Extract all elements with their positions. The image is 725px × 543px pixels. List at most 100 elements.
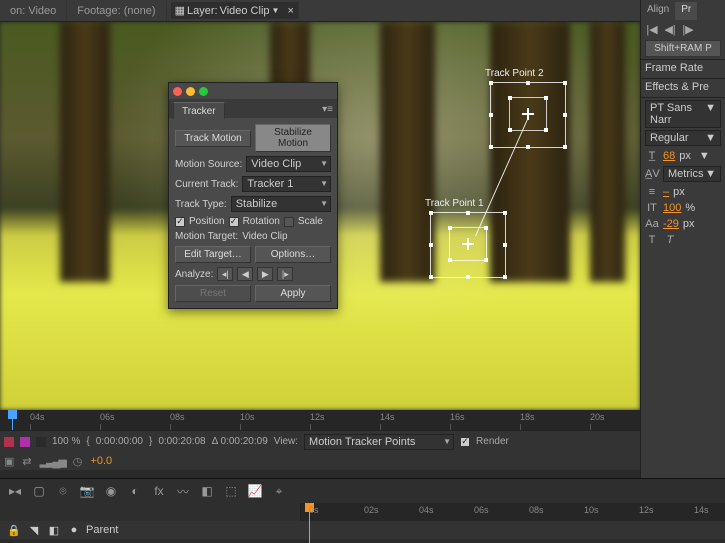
mask-icon[interactable]: ◐ — [126, 482, 144, 500]
comp-time-ruler[interactable]: 0s02s04s06s08s10s12s14s — [300, 503, 725, 521]
font-family-dropdown[interactable]: PT Sans Narr▼ — [645, 100, 721, 128]
fx-icon[interactable]: fx — [150, 482, 168, 500]
effects-presets-label[interactable]: Effects & Pre — [645, 81, 709, 93]
playhead[interactable] — [12, 410, 13, 430]
tracker-tab[interactable]: Tracker — [173, 102, 225, 119]
in-out-brace-icon[interactable]: } — [149, 436, 152, 447]
tab-layer[interactable]: ▦ Layer: Video Clip ▼ × — [171, 2, 299, 19]
stabilize-motion-button[interactable]: Stabilize Motion — [255, 124, 331, 152]
channel-black-icon[interactable] — [36, 437, 46, 447]
tracker-panel[interactable]: Tracker ▾≡ Track Motion Stabilize Motion… — [168, 82, 338, 309]
channel-alpha-icon[interactable] — [20, 437, 30, 447]
window-zoom-icon[interactable] — [199, 87, 208, 96]
current-track-dropdown[interactable]: Tracker 1▼ — [242, 176, 331, 192]
track-point-1-feature[interactable] — [449, 227, 487, 261]
render-checkbox[interactable]: ✓ — [460, 437, 470, 447]
shift-ram-button[interactable]: Shift+RAM P — [645, 40, 721, 57]
position-checkbox[interactable]: ✓ — [175, 217, 185, 227]
label-icon[interactable]: ◧ — [46, 524, 62, 537]
timecode-icon[interactable]: ▣ — [4, 455, 14, 468]
vscale-value[interactable]: 100 — [663, 202, 681, 214]
font-style-dropdown[interactable]: Regular▼ — [645, 130, 721, 146]
layer-footer-bar-2: ▣ ⇄ ▂▃▄▅ ◷ +0.0 — [0, 452, 640, 470]
motion-blur-icon[interactable]: 〰 — [174, 482, 192, 500]
track-type-dropdown[interactable]: Stabilize▼ — [231, 196, 331, 212]
tab-pr[interactable]: Pr — [675, 2, 697, 20]
tab-align[interactable]: Align — [641, 2, 675, 20]
kerning-dropdown[interactable]: Metrics▼ — [663, 166, 721, 182]
delta-value: Δ 0:00:20:09 — [212, 436, 268, 447]
crosshair-icon[interactable] — [462, 238, 474, 250]
tab-footage[interactable]: Footage: (none) — [67, 1, 166, 21]
sync-icon[interactable]: ⇄ — [22, 455, 31, 468]
adjustment-icon[interactable]: ◧ — [198, 482, 216, 500]
layer-time-ruler[interactable]: 04s06s08s10s12s14s16s18s20s — [0, 410, 640, 430]
rotation-checkbox[interactable]: ✓ — [229, 217, 239, 227]
tool-icon-2[interactable]: ⌾ — [54, 482, 72, 500]
current-track-label: Current Track: — [175, 179, 238, 190]
snap-icon[interactable]: ⌖ — [270, 482, 288, 500]
track-point-1-search[interactable]: Track Point 1 — [430, 212, 506, 278]
analyze-step-back-button[interactable]: ◂| — [217, 267, 233, 281]
clock-icon[interactable]: ◷ — [73, 455, 83, 468]
options-button[interactable]: Options… — [255, 246, 331, 263]
zoom-value[interactable]: 100 % — [52, 436, 80, 447]
keyframe-nav-icon[interactable]: ▸◂ — [6, 482, 24, 500]
apply-button[interactable]: Apply — [255, 285, 331, 302]
brace-icon[interactable]: { — [86, 436, 89, 447]
percent-unit: % — [685, 202, 695, 214]
window-close-icon[interactable] — [173, 87, 182, 96]
time-mark: 02s — [364, 505, 379, 515]
time-mark: 14s — [380, 412, 395, 422]
time-mark: 04s — [30, 412, 45, 422]
timewarp-value[interactable]: +0.0 — [90, 455, 112, 467]
view-dropdown[interactable]: Motion Tracker Points▼ — [304, 434, 454, 450]
analyze-back-button[interactable]: ◀ — [237, 267, 253, 281]
time-mark: 10s — [240, 412, 255, 422]
panel-titlebar[interactable] — [169, 83, 337, 99]
panel-menu-icon[interactable]: ▾≡ — [322, 104, 337, 115]
close-icon[interactable]: × — [287, 5, 293, 17]
kerning-icon: A̲V — [645, 168, 659, 180]
font-size-icon: T̲ — [645, 150, 659, 162]
px-unit-3: px — [683, 218, 695, 230]
channel-red-icon[interactable] — [4, 437, 14, 447]
render-label: Render — [476, 436, 509, 447]
baseline-value[interactable]: -29 — [663, 218, 679, 230]
track-point-2-search[interactable]: Track Point 2 — [490, 82, 566, 148]
lock-icon[interactable]: 🔒 — [6, 524, 22, 537]
track-point-1-label: Track Point 1 — [425, 198, 484, 209]
3d-icon[interactable]: ⬚ — [222, 482, 240, 500]
solo-icon[interactable]: ● — [66, 524, 82, 536]
scale-checkbox[interactable] — [284, 217, 294, 227]
track-point-2-feature[interactable] — [509, 97, 547, 131]
track-motion-button[interactable]: Track Motion — [175, 130, 251, 147]
time-mark: 18s — [520, 412, 535, 422]
stairs-icon[interactable]: ▂▃▄▅ — [40, 455, 65, 468]
prev-frame-icon[interactable]: ◀| — [663, 22, 677, 36]
time-mark: 12s — [639, 505, 654, 515]
first-frame-icon[interactable]: |◀ — [645, 22, 659, 36]
filmstrip-icon: ▦ — [175, 4, 185, 17]
font-size-value[interactable]: 68 — [663, 150, 675, 162]
faux-bold-icon[interactable]: T — [645, 234, 659, 246]
analyze-step-forward-button[interactable]: |▸ — [277, 267, 293, 281]
shy-icon[interactable]: ◥ — [26, 524, 42, 537]
time-mark: 10s — [584, 505, 599, 515]
next-frame-icon[interactable]: |▶ — [681, 22, 695, 36]
graph-icon[interactable]: 📈 — [246, 482, 264, 500]
camera-icon[interactable]: 📷 — [78, 482, 96, 500]
current-time[interactable]: 0:00:00:00 — [96, 436, 143, 447]
time-mark: 16s — [450, 412, 465, 422]
faux-italic-icon[interactable]: T — [663, 234, 677, 246]
tab-composition[interactable]: on: Video — [0, 1, 67, 21]
edit-target-button[interactable]: Edit Target… — [175, 246, 251, 263]
blur-icon[interactable]: ◉ — [102, 482, 120, 500]
motion-source-dropdown[interactable]: Video Clip▼ — [246, 156, 331, 172]
reset-button[interactable]: Reset — [175, 285, 251, 302]
analyze-forward-button[interactable]: ▶ — [257, 267, 273, 281]
stroke-value[interactable]: – — [663, 186, 669, 198]
tool-icon-1[interactable]: ▢ — [30, 482, 48, 500]
window-minimize-icon[interactable] — [186, 87, 195, 96]
analyze-label: Analyze: — [175, 269, 213, 280]
